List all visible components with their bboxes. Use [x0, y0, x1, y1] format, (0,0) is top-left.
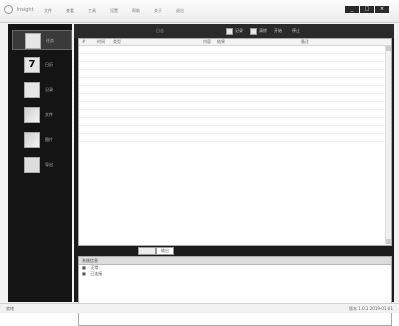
document-icon — [25, 33, 41, 49]
table-row[interactable] — [79, 70, 391, 78]
grid-header: # 时间 类型 内容 结果 备注 — [79, 39, 391, 46]
toolbar-label: 日志 — [156, 28, 164, 33]
stop-button[interactable]: 停止 — [292, 27, 300, 35]
menu-item[interactable]: 退出 — [176, 7, 198, 15]
column-header[interactable]: 备注 — [301, 39, 309, 45]
sidebar-item-tasks[interactable]: 任务 — [12, 30, 72, 50]
menu-item[interactable]: 帮助 — [132, 7, 154, 15]
title-bar: Insight 文件 查看 工具 设置 帮助 关于 退出 _ □ × — [0, 0, 399, 23]
sidebar: 任务 7 日历 记录 文件 图片 导出 — [8, 24, 72, 302]
list-item: ■ 已连接 — [79, 271, 391, 277]
clear-checkbox[interactable]: 清除 — [250, 27, 267, 35]
image-icon — [24, 132, 40, 148]
checkbox-label: 清除 — [259, 28, 267, 33]
sidebar-item-label: 文件 — [45, 112, 53, 117]
sidebar-item-label: 记录 — [45, 87, 53, 92]
window-controls: _ □ × — [345, 6, 389, 13]
table-row[interactable] — [79, 86, 391, 94]
sidebar-item-export[interactable]: 导出 — [12, 155, 70, 173]
column-header[interactable]: 内容 — [203, 39, 211, 45]
app-logo: Insight — [4, 5, 34, 15]
main-panel: 日志 记录 清除 开始 停止 # 时间 类型 内容 结果 备注 输出 系统信息 … — [74, 24, 394, 326]
table-row[interactable] — [79, 134, 391, 142]
menu-item[interactable]: 设置 — [110, 7, 132, 15]
sidebar-item-files[interactable]: 文件 — [12, 105, 70, 123]
tab-blank[interactable] — [138, 247, 156, 255]
menu-item[interactable]: 文件 — [44, 7, 66, 15]
table-row[interactable] — [79, 78, 391, 86]
column-header[interactable]: 时间 — [97, 39, 105, 45]
sidebar-item-label: 任务 — [46, 38, 54, 43]
table-row[interactable] — [79, 46, 391, 54]
sidebar-item-calendar[interactable]: 7 日历 — [12, 55, 70, 73]
menu-item[interactable]: 关于 — [154, 7, 176, 15]
app-title: Insight — [16, 7, 34, 13]
table-row[interactable] — [79, 94, 391, 102]
maximize-button[interactable]: □ — [360, 6, 374, 13]
close-button[interactable]: × — [375, 6, 389, 13]
sidebar-item-label: 日历 — [45, 62, 53, 67]
scroll-down-icon[interactable] — [386, 239, 391, 244]
menu-item[interactable]: 工具 — [88, 7, 110, 15]
log-title: 系统信息 — [79, 257, 391, 265]
start-button[interactable]: 开始 — [274, 27, 282, 35]
table-row[interactable] — [79, 102, 391, 110]
tab-output[interactable]: 输出 — [156, 247, 174, 255]
calendar-icon: 7 — [24, 57, 40, 73]
table-row[interactable] — [79, 110, 391, 118]
export-icon — [24, 157, 40, 173]
toolbar: 日志 记录 清除 开始 停止 — [74, 24, 394, 38]
table-row[interactable] — [79, 126, 391, 134]
minimize-button[interactable]: _ — [345, 6, 359, 13]
log-panel: 系统信息 ■ 正常 ■ 已连接 — [78, 256, 392, 326]
log-text: 已连接 — [90, 271, 103, 276]
data-grid[interactable]: # 时间 类型 内容 结果 备注 — [78, 38, 392, 246]
record-checkbox[interactable]: 记录 — [226, 27, 243, 35]
folder-icon — [24, 107, 40, 123]
scroll-up-icon[interactable] — [386, 46, 391, 51]
checkbox-label: 记录 — [235, 28, 243, 33]
menu-item[interactable]: 查看 — [66, 7, 88, 15]
sidebar-item-label: 图片 — [45, 137, 53, 142]
vertical-scrollbar[interactable] — [385, 46, 391, 244]
menu-bar: 文件 查看 工具 设置 帮助 关于 退出 — [44, 7, 198, 15]
app-window: Insight 文件 查看 工具 设置 帮助 关于 退出 _ □ × 任务 7 … — [0, 0, 399, 326]
notes-icon — [24, 82, 40, 98]
table-row[interactable] — [79, 62, 391, 70]
checkbox-box[interactable] — [250, 27, 257, 35]
bullet-icon: ■ — [82, 271, 86, 276]
checkbox-box[interactable] — [226, 27, 233, 35]
table-row[interactable] — [79, 118, 391, 126]
column-header[interactable]: 结果 — [217, 39, 225, 45]
logo-icon — [4, 5, 13, 14]
table-row[interactable] — [79, 54, 391, 62]
sidebar-item-images[interactable]: 图片 — [12, 130, 70, 148]
column-header[interactable]: 类型 — [113, 39, 121, 45]
column-header[interactable]: # — [82, 39, 85, 45]
output-tabs: 输出 — [78, 246, 390, 255]
sidebar-item-label: 导出 — [45, 162, 53, 167]
log-text: 正常 — [90, 265, 99, 270]
sidebar-item-notes[interactable]: 记录 — [12, 80, 70, 98]
